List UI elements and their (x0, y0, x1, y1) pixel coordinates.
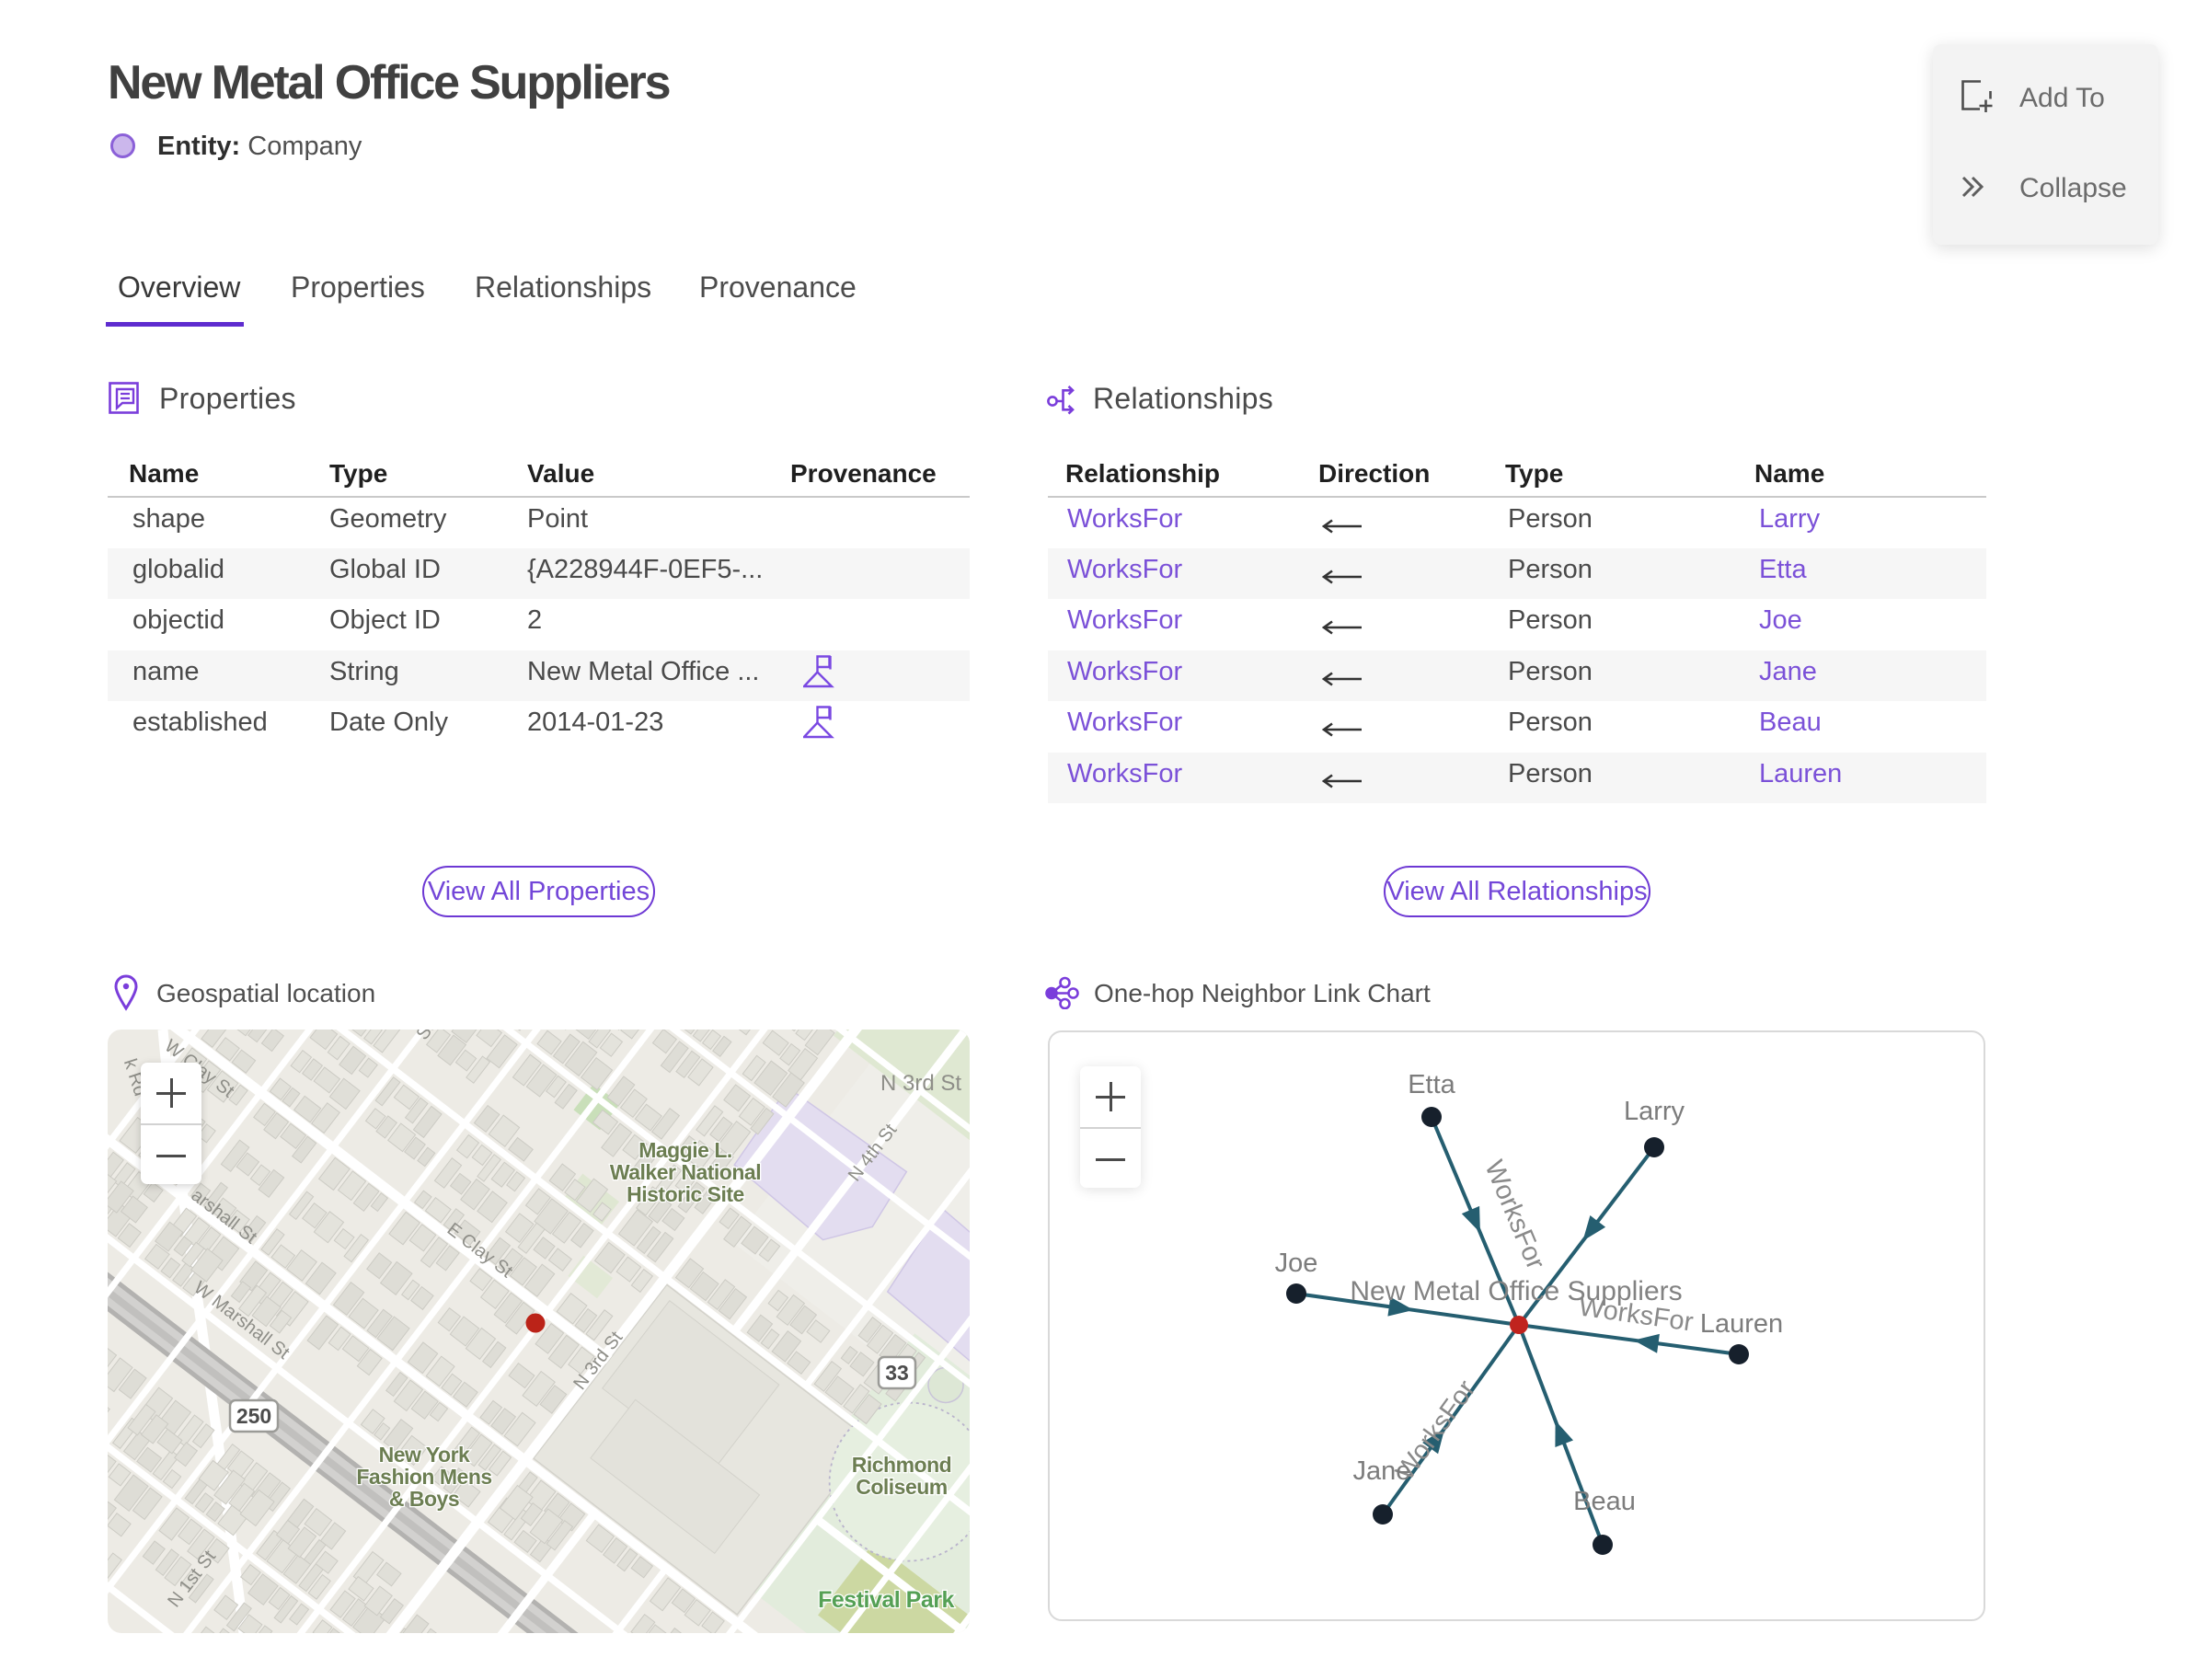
svg-text:Festival Park: Festival Park (818, 1587, 954, 1613)
svg-text:Joe: Joe (1275, 1248, 1318, 1278)
svg-text:250: 250 (236, 1404, 271, 1428)
svg-text:Etta: Etta (1408, 1070, 1455, 1099)
svg-text:Larry: Larry (1624, 1097, 1685, 1126)
svg-text:New York: New York (379, 1443, 470, 1467)
svg-text:Richmond: Richmond (852, 1453, 951, 1477)
svg-text:33: 33 (885, 1361, 909, 1385)
svg-text:& Boys: & Boys (389, 1487, 459, 1511)
svg-text:Lauren: Lauren (1700, 1309, 1783, 1339)
svg-text:New Metal Office Suppliers: New Metal Office Suppliers (1350, 1276, 1682, 1306)
svg-text:N 3rd St: N 3rd St (880, 1071, 961, 1096)
svg-text:Maggie L.: Maggie L. (638, 1138, 732, 1162)
svg-text:Coliseum: Coliseum (856, 1475, 948, 1499)
svg-text:Fashion Mens: Fashion Mens (356, 1465, 491, 1489)
svg-text:Beau: Beau (1573, 1487, 1636, 1516)
svg-text:Jane: Jane (1353, 1456, 1411, 1486)
svg-text:Walker National: Walker National (610, 1160, 761, 1184)
svg-text:Historic Site: Historic Site (627, 1182, 744, 1206)
